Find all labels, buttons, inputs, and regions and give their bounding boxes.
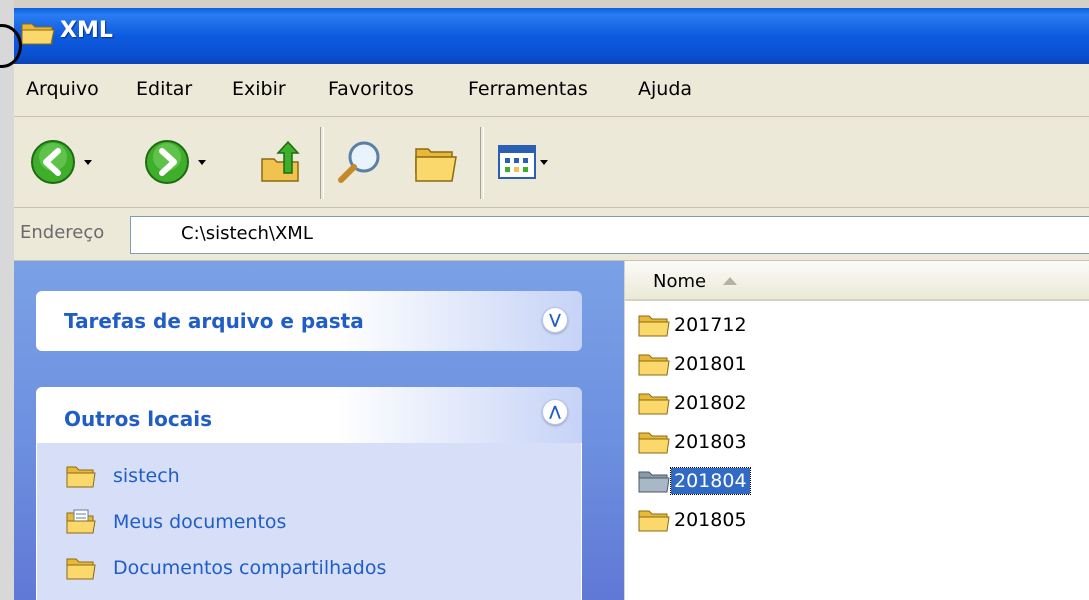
other-place-label: Meus documentos (113, 511, 287, 533)
folder-icon (638, 432, 670, 453)
folders-button[interactable] (412, 137, 460, 187)
file-row[interactable]: 201712 (625, 305, 1089, 344)
other-place-shared-documents[interactable]: Documentos compartilhados (37, 545, 581, 591)
my-documents-icon (66, 509, 96, 534)
folder-icon (638, 471, 670, 492)
file-row[interactable]: 201805 (625, 500, 1089, 539)
other-place-my-documents[interactable]: Meus documentos (37, 499, 581, 545)
folder-icon (66, 558, 96, 580)
views-button[interactable] (498, 137, 548, 187)
folder-icon (21, 23, 55, 45)
address-value: C:\sistech\XML (181, 223, 313, 244)
sort-ascending-icon (723, 277, 737, 285)
expand-chevron-icon[interactable]: ⋁ (542, 307, 568, 333)
file-name: 201802 (674, 391, 747, 414)
search-icon (338, 141, 380, 183)
file-name: 201804 (670, 466, 751, 495)
column-header-label: Nome (653, 271, 707, 292)
menu-ajuda[interactable]: Ajuda (638, 78, 692, 100)
task-pane: Tarefas de arquivo e pasta ⋁ Outros loca… (14, 261, 624, 600)
background-edge (0, 0, 14, 600)
menu-editar[interactable]: Editar (136, 78, 192, 100)
forward-dropdown-icon[interactable] (198, 159, 206, 165)
screen: XML Arquivo Editar Exibir Favoritos Ferr… (0, 0, 1089, 600)
menu-exibir[interactable]: Exibir (232, 78, 286, 100)
file-name: 201712 (674, 313, 747, 336)
views-dropdown-icon[interactable] (540, 159, 548, 165)
column-header-name[interactable]: Nome (625, 261, 1089, 301)
folder-icon (638, 354, 670, 375)
explorer-window: XML Arquivo Editar Exibir Favoritos Ferr… (14, 8, 1089, 600)
search-button[interactable] (336, 137, 384, 187)
address-field[interactable]: C:\sistech\XML (130, 216, 1089, 254)
address-label: Endereço (20, 222, 105, 243)
toolbar (14, 117, 1089, 208)
other-places-list: sistech Meus documentos Documentos compa… (36, 443, 582, 600)
file-name: 201801 (674, 352, 747, 375)
menu-ferramentas[interactable]: Ferramentas (468, 78, 588, 100)
up-folder-icon (261, 140, 300, 182)
back-dropdown-icon[interactable] (84, 159, 92, 165)
menu-favoritos[interactable]: Favoritos (328, 78, 414, 100)
back-icon (31, 140, 75, 184)
file-row-selected[interactable]: 201804 (625, 461, 1089, 500)
folders-icon (415, 148, 457, 182)
file-name: 201805 (674, 508, 747, 531)
file-name: 201803 (674, 430, 747, 453)
forward-button[interactable] (144, 137, 206, 187)
folder-icon (66, 466, 96, 488)
file-folder-tasks-panel: Tarefas de arquivo e pasta ⋁ (36, 291, 582, 351)
other-places-header[interactable]: Outros locais ⋀ (36, 387, 582, 443)
menu-arquivo[interactable]: Arquivo (26, 78, 99, 100)
other-places-panel: Outros locais ⋀ sistech Meus documentos … (36, 387, 582, 600)
forward-icon (145, 140, 189, 184)
folder-icon (638, 393, 670, 414)
folder-icon (638, 315, 670, 336)
address-bar: Endereço C:\sistech\XML (14, 208, 1089, 261)
toolbar-separator (480, 127, 484, 199)
file-list: 201712 201801 201802 201803 201804 20180… (625, 305, 1089, 539)
file-row[interactable]: 201801 (625, 344, 1089, 383)
file-row[interactable]: 201803 (625, 422, 1089, 461)
menu-bar: Arquivo Editar Exibir Favoritos Ferramen… (14, 64, 1089, 117)
collapse-chevron-icon[interactable]: ⋀ (542, 399, 568, 425)
toolbar-separator (320, 127, 324, 199)
views-icon (498, 145, 536, 179)
file-list-pane: Nome 201712 201801 201802 201803 201804 … (624, 261, 1089, 600)
file-folder-tasks-title: Tarefas de arquivo e pasta (64, 309, 364, 333)
other-place-label: Documentos compartilhados (113, 557, 387, 579)
up-button[interactable] (258, 137, 304, 187)
folder-icon (638, 510, 670, 531)
window-title: XML (60, 18, 113, 43)
other-place-sistech[interactable]: sistech (37, 453, 581, 499)
other-places-title: Outros locais (64, 407, 212, 431)
back-button[interactable] (30, 137, 92, 187)
file-folder-tasks-header[interactable]: Tarefas de arquivo e pasta ⋁ (36, 291, 582, 351)
other-place-label: sistech (113, 465, 180, 487)
file-row[interactable]: 201802 (625, 383, 1089, 422)
title-bar[interactable]: XML (14, 8, 1089, 64)
